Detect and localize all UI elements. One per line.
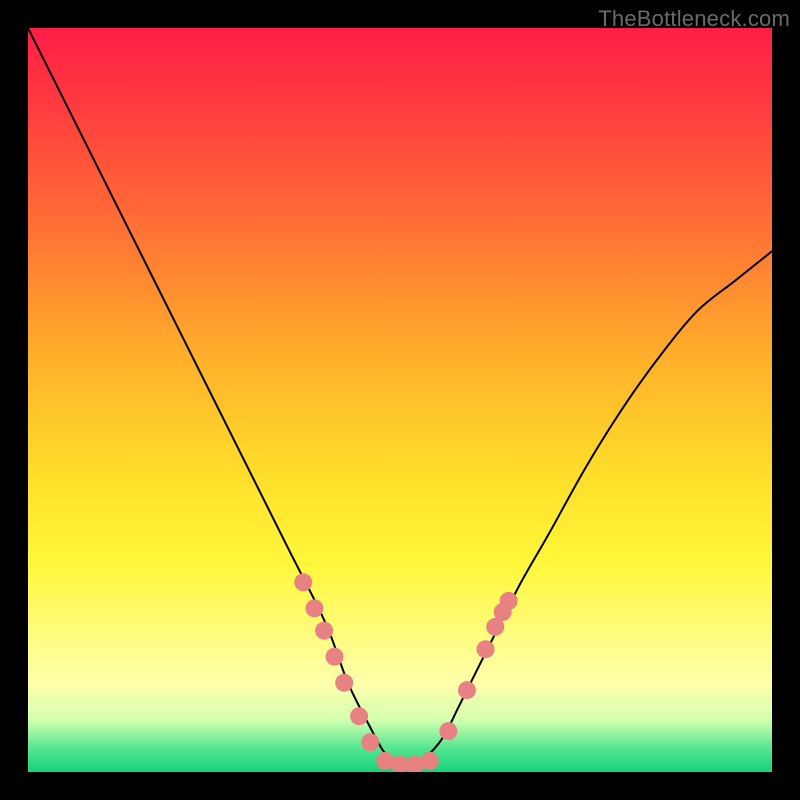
curve-marker (350, 707, 368, 725)
curve-marker (421, 752, 439, 770)
curve-marker (406, 756, 424, 772)
curve-marker (458, 681, 476, 699)
curve-marker (326, 648, 344, 666)
curve-marker (315, 622, 333, 640)
watermark-text: TheBottleneck.com (598, 6, 790, 32)
bottleneck-chart (28, 28, 772, 772)
curve-markers (294, 573, 517, 772)
curve-marker (477, 640, 495, 658)
curve-marker (294, 573, 312, 591)
chart-frame: TheBottleneck.com (0, 0, 800, 800)
curve-marker (361, 733, 379, 751)
curve-marker (439, 722, 457, 740)
bottleneck-curve-line (28, 28, 772, 764)
curve-marker (305, 599, 323, 617)
curve-marker (335, 674, 353, 692)
chart-plot-area (28, 28, 772, 772)
curve-marker (500, 592, 518, 610)
